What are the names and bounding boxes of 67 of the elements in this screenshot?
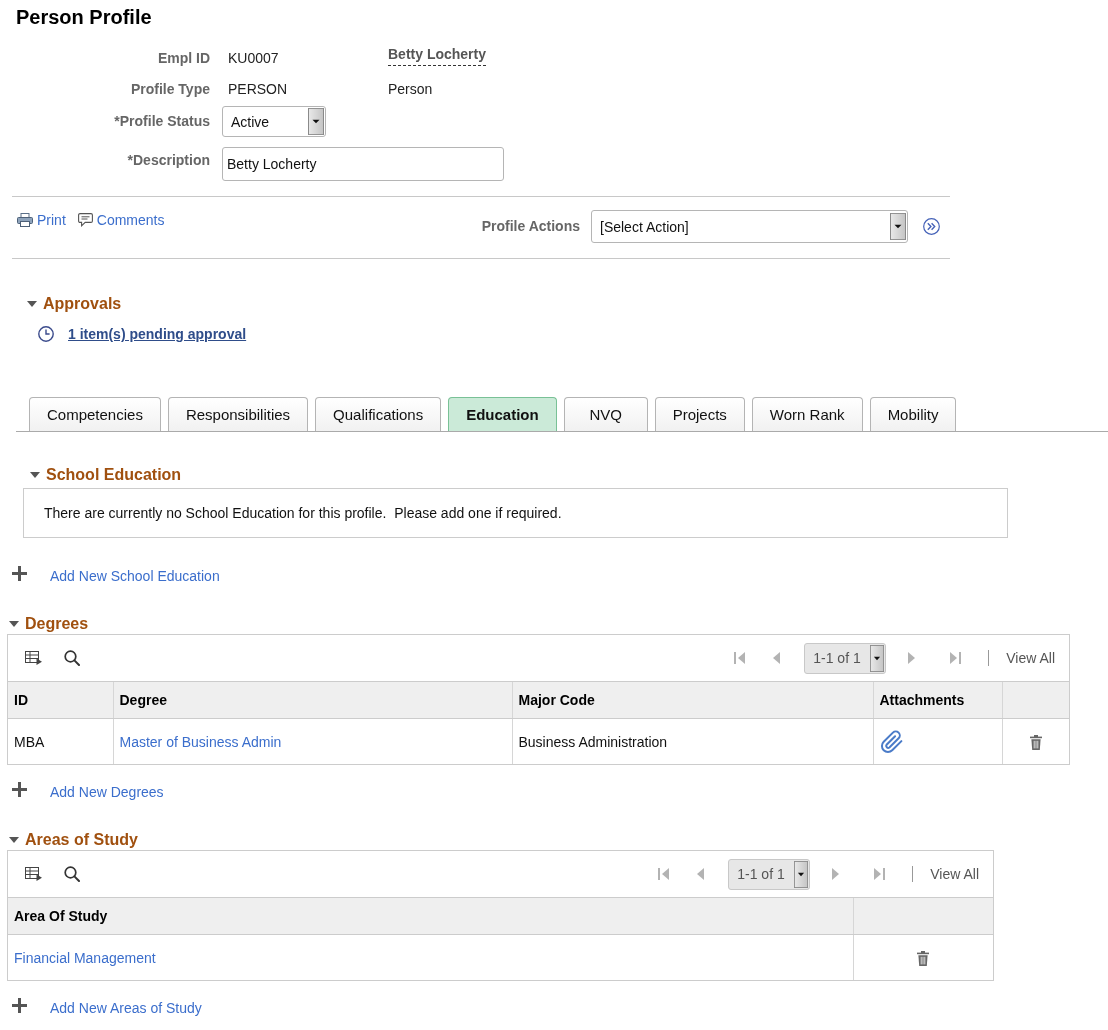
tab[interactable]: Education xyxy=(448,397,557,431)
plus-icon[interactable] xyxy=(12,565,27,581)
section-toggle[interactable]: Approvals xyxy=(27,295,122,313)
search-icon[interactable] xyxy=(64,866,80,882)
section-toggle[interactable]: Areas of Study xyxy=(9,831,138,849)
caret-icon[interactable] xyxy=(794,860,809,888)
add-link[interactable]: Add New School Education xyxy=(50,568,220,584)
printer-icon xyxy=(17,213,33,227)
field-label: *Description xyxy=(127,152,211,169)
profile-actions-dropdown[interactable]: [Select Action] xyxy=(591,210,908,243)
comments-link[interactable]: Comments xyxy=(77,211,165,229)
print-link[interactable]: Print xyxy=(17,211,66,229)
caret-icon[interactable] xyxy=(308,108,324,135)
field-value: Person xyxy=(387,81,433,98)
triangle-icon[interactable] xyxy=(9,837,19,843)
tab[interactable]: NVQ xyxy=(563,397,648,431)
field-label: Profile Actions xyxy=(481,218,580,235)
page-range-dropdown[interactable]: 1-1 of 1 xyxy=(804,642,887,674)
column-header: Major Code xyxy=(512,681,873,719)
paperclip-icon[interactable] xyxy=(879,729,904,754)
page-range-dropdown[interactable]: 1-1 of 1 xyxy=(728,858,811,890)
tab[interactable]: Responsibilities xyxy=(167,397,309,431)
column-header: ID xyxy=(8,681,113,719)
caret-icon[interactable] xyxy=(890,213,906,240)
triangle-icon[interactable] xyxy=(27,301,37,307)
column-header: Area Of Study xyxy=(8,897,853,935)
column-header: Degree xyxy=(113,681,512,719)
field-label: Empl ID xyxy=(157,50,211,67)
message-panel: There are currently no School Education for this profile. Please add one if required. xyxy=(23,488,1008,538)
tab[interactable]: Mobility xyxy=(869,397,957,431)
cell-link[interactable]: Financial Management xyxy=(14,949,156,966)
status-dropdown[interactable]: Active xyxy=(222,106,326,137)
trash-icon[interactable] xyxy=(1029,734,1042,750)
tab[interactable]: Competencies xyxy=(29,397,161,431)
table-cell: MBA xyxy=(8,718,113,764)
view-all-link[interactable]: View All xyxy=(1006,650,1055,666)
cell-link[interactable]: Master of Business Admin xyxy=(119,733,282,750)
view-all-link[interactable]: View All xyxy=(930,866,979,882)
caret-icon[interactable] xyxy=(870,644,885,672)
description-field[interactable]: Betty Locherty xyxy=(222,147,504,181)
speech-bubble-icon xyxy=(77,213,93,227)
triangle-icon[interactable] xyxy=(30,472,40,478)
field-value: KU0007 xyxy=(227,50,279,67)
section-toggle[interactable]: Degrees xyxy=(9,615,89,633)
search-icon[interactable] xyxy=(64,650,80,666)
tab[interactable]: Qualifications xyxy=(315,397,442,431)
triangle-icon[interactable] xyxy=(9,621,19,627)
tab[interactable]: Worn Rank xyxy=(751,397,863,431)
field-label: Profile Type xyxy=(130,81,211,98)
plus-icon[interactable] xyxy=(12,997,27,1013)
circled-chevron-icon[interactable] xyxy=(923,218,940,235)
tab[interactable]: Projects xyxy=(654,397,745,431)
clock-icon xyxy=(38,326,54,342)
field-value: PERSON xyxy=(227,81,288,98)
column-header: Attachments xyxy=(873,681,1002,719)
employee-name-link[interactable]: Betty Locherty xyxy=(388,46,487,66)
trash-icon[interactable] xyxy=(917,950,930,966)
table-cell: Business Administration xyxy=(512,718,873,764)
plus-icon[interactable] xyxy=(12,781,27,797)
table-icon[interactable] xyxy=(25,651,42,665)
approval-link[interactable]: 1 item(s) pending approval xyxy=(68,326,247,342)
page-title: Person Profile xyxy=(15,5,152,28)
section-toggle[interactable]: School Education xyxy=(30,466,182,484)
add-link[interactable]: Add New Degrees xyxy=(50,784,164,800)
add-link[interactable]: Add New Areas of Study xyxy=(50,1000,202,1016)
field-label: *Profile Status xyxy=(114,113,211,130)
table-icon[interactable] xyxy=(25,867,42,881)
